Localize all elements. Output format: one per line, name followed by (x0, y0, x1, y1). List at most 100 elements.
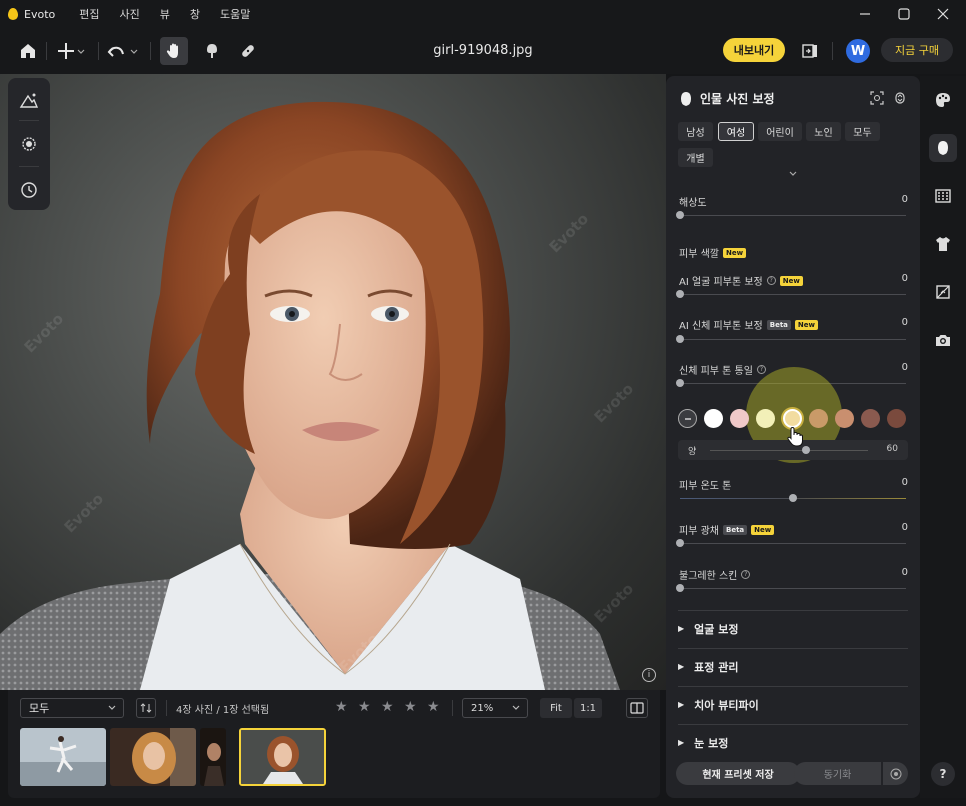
help-button[interactable]: ? (931, 762, 955, 786)
filter-select[interactable]: 모두 (20, 698, 124, 718)
ai-face-tone-value: 0 (901, 273, 908, 284)
add-button[interactable] (54, 37, 88, 65)
home-button[interactable] (14, 37, 42, 65)
thumbnail-selected[interactable] (239, 728, 326, 786)
sync-options-button[interactable] (882, 762, 908, 785)
sync-button[interactable]: 동기화 (794, 762, 881, 785)
thumbnail-dark-portrait[interactable] (200, 728, 226, 786)
section-eye-correction[interactable]: ▶ 눈 보정 (678, 724, 908, 760)
compare-button[interactable] (798, 37, 822, 65)
beta-badge: Beta (722, 524, 748, 535)
no-color-swatch[interactable] (678, 409, 697, 428)
section-teeth-beautify[interactable]: ▶ 치아 뷰티파이 (678, 686, 908, 722)
swatch-white[interactable] (704, 409, 723, 428)
thumbnail-curly-hair-woman[interactable] (110, 728, 196, 786)
zoom-select[interactable]: 21% (462, 698, 528, 718)
rating-star-icon[interactable]: ★ (404, 699, 417, 715)
history-tool-button[interactable] (8, 172, 50, 208)
preset-senior[interactable]: 노인 (806, 122, 841, 141)
fit-button[interactable]: Fit (540, 698, 572, 718)
menu-photo[interactable]: 사진 (119, 6, 139, 22)
rail-background-button[interactable] (929, 182, 957, 210)
swatch-light-yellow[interactable] (756, 409, 775, 428)
expand-collapse-icon[interactable] (894, 91, 906, 105)
menu-view[interactable]: 뷰 (160, 6, 170, 22)
evoto-logo-icon (8, 8, 18, 20)
rating-star-icon[interactable]: ★ (381, 699, 394, 715)
help-circle-icon[interactable]: ? (756, 365, 766, 374)
split-view-button[interactable] (626, 698, 648, 718)
photo-canvas[interactable]: Evoto Evoto Evoto Evoto Evoto Evoto i (0, 74, 666, 690)
compare-icon (802, 44, 817, 58)
info-icon[interactable]: i (642, 668, 656, 682)
menu-edit[interactable]: 편집 (79, 6, 99, 22)
resolution-slider-knob[interactable] (676, 211, 684, 219)
preset-individual[interactable]: 개별 (678, 148, 713, 167)
rail-clothes-button[interactable] (929, 230, 957, 258)
body-tone-unify-slider-knob[interactable] (676, 379, 684, 387)
crop-icon (936, 285, 950, 299)
home-icon (21, 44, 35, 58)
rail-palette-button[interactable] (929, 86, 957, 114)
export-button[interactable]: 내보내기 (723, 38, 785, 62)
preset-female[interactable]: 여성 (718, 122, 754, 141)
landscape-tool-button[interactable] (8, 82, 50, 118)
rating-star-icon[interactable]: ★ (335, 699, 348, 715)
swatch-pink[interactable] (730, 409, 749, 428)
one-to-one-button[interactable]: 1:1 (574, 698, 602, 718)
menu-help[interactable]: 도움말 (220, 6, 250, 22)
section-face-correction[interactable]: ▶ 얼굴 보정 (678, 610, 908, 646)
swatch-dark-brown[interactable] (887, 409, 906, 428)
undo-button[interactable] (106, 37, 140, 65)
main-toolbar: girl-919048.jpg 내보내기 W 지금 구매 (0, 28, 966, 74)
brush-tool-button[interactable] (198, 37, 226, 65)
body-tone-unify-label: 신체 피부 톤 통일? (679, 362, 766, 377)
swatch-tan[interactable] (809, 409, 828, 428)
new-badge: New (779, 275, 803, 286)
caret-right-icon: ▶ (678, 624, 685, 633)
gloss-slider[interactable] (680, 543, 906, 544)
rating-star-icon[interactable]: ★ (427, 699, 440, 715)
preset-male[interactable]: 남성 (678, 122, 713, 141)
section-expression[interactable]: ▶ 표정 관리 (678, 648, 908, 684)
rail-crop-button[interactable] (929, 278, 957, 306)
ai-body-tone-slider-knob[interactable] (676, 335, 684, 343)
settings-tool-button[interactable] (8, 126, 50, 162)
temperature-value: 0 (901, 477, 908, 488)
add-icon (58, 43, 85, 59)
save-preset-button[interactable]: 현재 프리셋 저장 (676, 762, 800, 785)
buy-now-button[interactable]: 지금 구매 (881, 38, 953, 62)
gloss-label: 피부 광채 Beta New (679, 522, 775, 537)
palette-icon (936, 93, 950, 107)
rail-face-button[interactable] (929, 134, 957, 162)
thumbnail-image (241, 730, 324, 784)
blush-slider-knob[interactable] (676, 584, 684, 592)
amount-slider[interactable] (710, 450, 868, 451)
resolution-slider[interactable] (680, 215, 906, 216)
hand-tool-button[interactable] (160, 37, 188, 65)
preset-all[interactable]: 모두 (845, 122, 880, 141)
rail-camera-button[interactable] (929, 326, 957, 354)
sort-button[interactable] (136, 698, 156, 718)
ai-face-tone-slider[interactable] (680, 294, 906, 295)
thumbnail-ballet-dancer[interactable] (20, 728, 106, 786)
swatch-light-brown[interactable] (835, 409, 854, 428)
rating-star-icon[interactable]: ★ (358, 699, 371, 715)
left-tool-panel (8, 78, 50, 210)
temperature-slider-knob[interactable] (789, 494, 797, 502)
help-circle-icon[interactable]: ? (766, 276, 776, 285)
help-circle-icon[interactable]: ? (741, 570, 751, 579)
swatch-brown[interactable] (861, 409, 880, 428)
blush-slider[interactable] (680, 588, 906, 589)
thumbnail-image (200, 728, 226, 786)
preset-child[interactable]: 어린이 (758, 122, 802, 141)
gloss-slider-knob[interactable] (676, 539, 684, 547)
menu-window[interactable]: 창 (190, 6, 200, 22)
account-avatar[interactable]: W (846, 39, 870, 63)
close-button[interactable] (920, 0, 966, 28)
ai-body-tone-slider[interactable] (680, 339, 906, 340)
hand-icon (166, 43, 178, 58)
ai-face-tone-slider-knob[interactable] (676, 290, 684, 298)
heal-tool-button[interactable] (234, 37, 262, 65)
face-scan-icon[interactable] (870, 91, 884, 105)
